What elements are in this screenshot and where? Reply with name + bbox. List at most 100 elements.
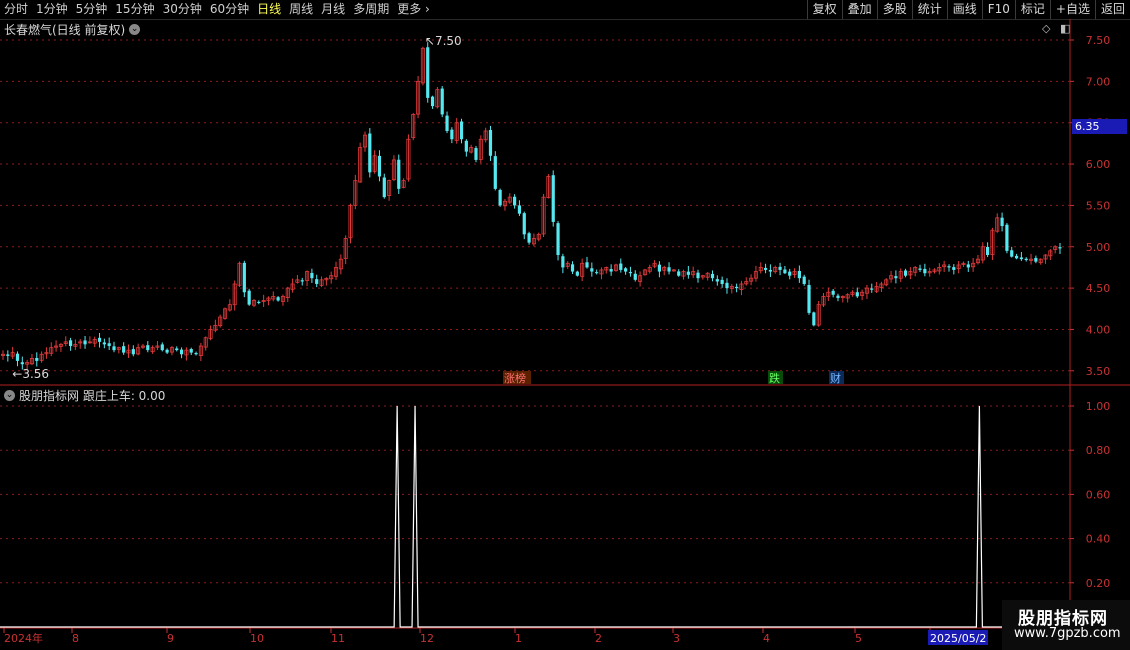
candle-body: [585, 262, 589, 268]
candle-body: [242, 262, 246, 293]
kline-chart[interactable]: 7.507.006.506.005.505.004.504.003.501.00…: [0, 0, 1130, 650]
candle-body: [768, 269, 773, 272]
candle-body: [102, 342, 106, 345]
indicator-title: ⌄ 股朋指标网 跟庄上车: 0.00: [4, 387, 165, 404]
candle-body: [710, 273, 715, 279]
indicator-y-tick-label: 0.60: [1086, 488, 1111, 501]
candle-body: [377, 155, 382, 177]
signal-line: [0, 405, 1070, 628]
candle-body: [20, 362, 24, 365]
candle-body: [498, 189, 502, 206]
candle-body: [986, 246, 990, 256]
y-tick-label: 7.00: [1086, 75, 1111, 88]
candle-body: [397, 159, 401, 189]
candle-body: [763, 267, 768, 270]
candle-body: [947, 266, 951, 268]
candle-body: [807, 284, 811, 313]
candle-body: [382, 177, 386, 198]
candle-body: [257, 301, 261, 303]
candle-body: [179, 349, 184, 355]
candle-body: [450, 129, 454, 140]
candle-body: [628, 272, 633, 274]
x-tick-label: 2024年: [4, 631, 43, 645]
candle-body: [870, 288, 874, 290]
candle-body: [493, 156, 497, 189]
candle-body: [35, 357, 39, 361]
candle-body: [68, 340, 73, 346]
candle-body: [97, 337, 102, 342]
candle-body: [812, 312, 816, 326]
candle-body: [903, 270, 908, 276]
indicator-y-tick-label: 0.20: [1086, 577, 1111, 590]
y-tick-label: 3.50: [1086, 365, 1111, 378]
candle-body: [855, 292, 859, 297]
candle-body: [952, 267, 956, 270]
y-tick-label: 7.50: [1086, 34, 1111, 47]
x-tick-label: 10: [250, 632, 264, 645]
high-price-annotation: ↖7.50: [425, 34, 462, 48]
candle-body: [624, 268, 628, 272]
candle-body: [276, 297, 280, 301]
candle-body: [686, 271, 690, 275]
candle-body: [513, 196, 517, 206]
y-tick-label: 4.00: [1086, 323, 1111, 336]
candle-body: [368, 133, 372, 173]
candle-body: [831, 290, 835, 295]
candle-body: [797, 270, 801, 279]
indicator-title-text: 股朋指标网 跟庄上车: 0.00: [19, 389, 166, 403]
candle-body: [561, 256, 565, 268]
candle-body: [83, 340, 87, 345]
x-tick-label: 9: [167, 632, 174, 645]
watermark-url: www.7gpzb.com: [1014, 626, 1121, 641]
candle-body: [802, 276, 806, 284]
candle-body: [488, 129, 493, 156]
candle-body: [131, 349, 135, 355]
candle-body: [430, 96, 435, 107]
candle-body: [112, 346, 116, 351]
candle-body: [570, 264, 575, 272]
candle-body: [1024, 258, 1028, 260]
candle-body: [6, 354, 10, 356]
candle-body: [894, 276, 898, 279]
candle-body: [966, 264, 970, 268]
candle-body: [146, 345, 150, 351]
indicator-y-tick-label: 0.80: [1086, 444, 1111, 457]
candle-body: [474, 148, 478, 160]
candle-body: [122, 346, 126, 353]
current-price-label: 6.35: [1072, 119, 1127, 134]
candle-body: [918, 268, 922, 270]
candle-body: [160, 344, 164, 351]
candle-body: [923, 268, 927, 274]
candle-body: [445, 115, 449, 131]
candle-body: [633, 273, 637, 280]
candle-body: [426, 47, 430, 98]
x-tick-label: 11: [331, 632, 345, 645]
candle-body: [720, 279, 724, 284]
chevron-down-icon[interactable]: ⌄: [4, 390, 15, 401]
x-tick-label: 12: [420, 632, 434, 645]
candle-body: [527, 233, 531, 243]
finance-marker: 财: [830, 371, 841, 385]
candle-body: [836, 295, 840, 299]
candle-body: [247, 290, 251, 305]
y-tick-label: 6.00: [1086, 158, 1111, 171]
date-badge: 2025/05/2: [930, 632, 986, 645]
candle-body: [735, 286, 739, 289]
candle-body: [619, 263, 623, 270]
low-price-annotation: ←3.56: [12, 367, 49, 381]
candle-body: [315, 279, 319, 284]
indicator-y-tick-label: 1.00: [1086, 400, 1111, 413]
x-tick-label: 5: [855, 632, 862, 645]
candle-body: [677, 271, 681, 276]
candle-body: [107, 343, 111, 346]
candle-body: [440, 88, 444, 115]
x-tick-label: 8: [72, 632, 79, 645]
candle-body: [783, 269, 787, 274]
candle-body: [551, 175, 555, 222]
candle-body: [715, 279, 719, 282]
x-tick-label: 2: [595, 632, 602, 645]
candle-body: [1014, 255, 1019, 259]
limit-up-list-marker: 涨榜: [504, 371, 526, 385]
candle-body: [517, 205, 522, 214]
candle-body: [667, 267, 671, 272]
